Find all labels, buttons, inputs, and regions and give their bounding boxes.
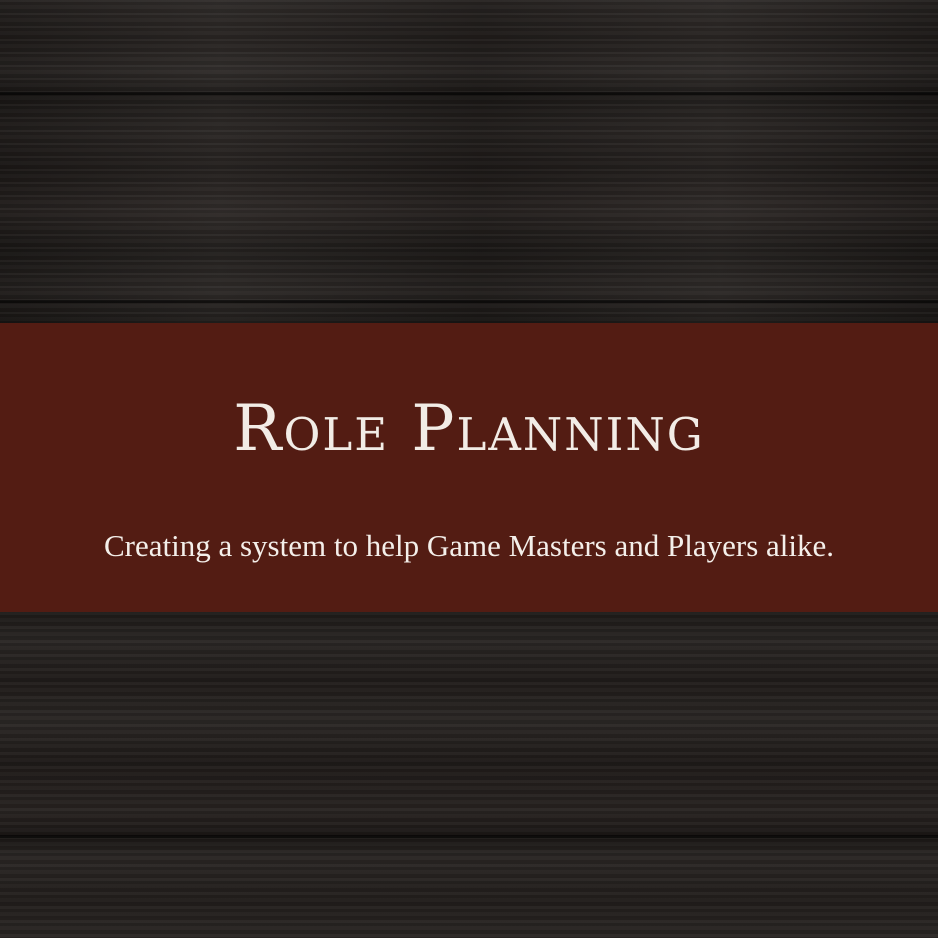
wood-planks-bottom [0,612,938,938]
plank-seam [0,835,938,838]
cover-canvas: Role Planning Creating a system to help … [0,0,938,938]
wood-planks-top [0,0,938,323]
page-title: Role Planning [233,392,705,466]
plank-seam [0,92,938,95]
page-subtitle: Creating a system to help Game Masters a… [103,528,835,563]
plank-seam [0,300,938,303]
